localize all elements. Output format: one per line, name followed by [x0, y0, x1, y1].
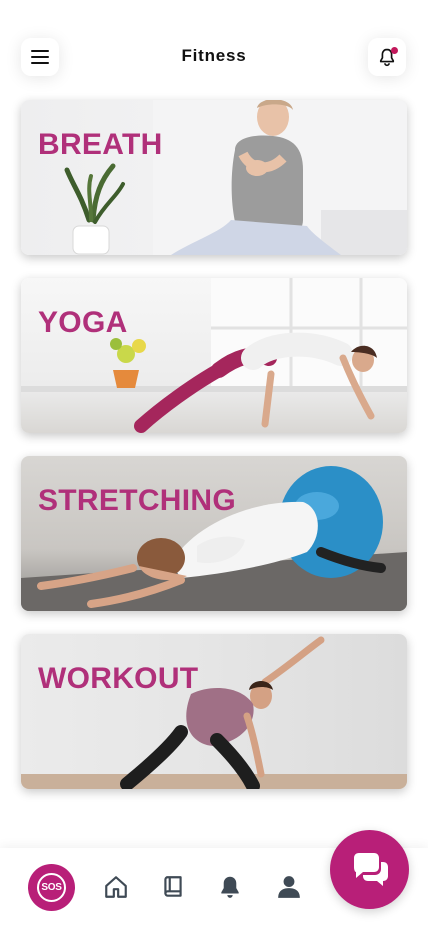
chat-icon: [353, 852, 388, 886]
notification-dot: [391, 47, 398, 54]
page-title: Fitness: [181, 46, 247, 65]
chat-button[interactable]: [330, 830, 409, 909]
card-breath[interactable]: BREATH: [21, 100, 407, 255]
bell-icon[interactable]: [217, 874, 243, 900]
book-icon[interactable]: [160, 874, 186, 900]
workout-photo: [21, 636, 407, 789]
breath-photo: [64, 100, 407, 255]
card-stretching[interactable]: STRETCHING: [21, 456, 407, 611]
card-label: STRETCHING: [38, 484, 236, 517]
sos-icon: SOS: [37, 873, 66, 902]
card-workout[interactable]: WORKOUT: [21, 634, 407, 789]
card-label: WORKOUT: [38, 662, 199, 695]
card-label: YOGA: [38, 306, 128, 339]
app-header: Fitness: [0, 0, 428, 100]
home-icon[interactable]: [103, 874, 129, 900]
yoga-photo: [21, 278, 407, 433]
notifications-button[interactable]: [368, 38, 406, 76]
stretching-photo: [21, 466, 407, 611]
sos-button[interactable]: SOS: [28, 864, 75, 911]
profile-icon[interactable]: [276, 874, 302, 900]
card-yoga[interactable]: YOGA: [21, 278, 407, 433]
card-label: BREATH: [38, 128, 163, 161]
